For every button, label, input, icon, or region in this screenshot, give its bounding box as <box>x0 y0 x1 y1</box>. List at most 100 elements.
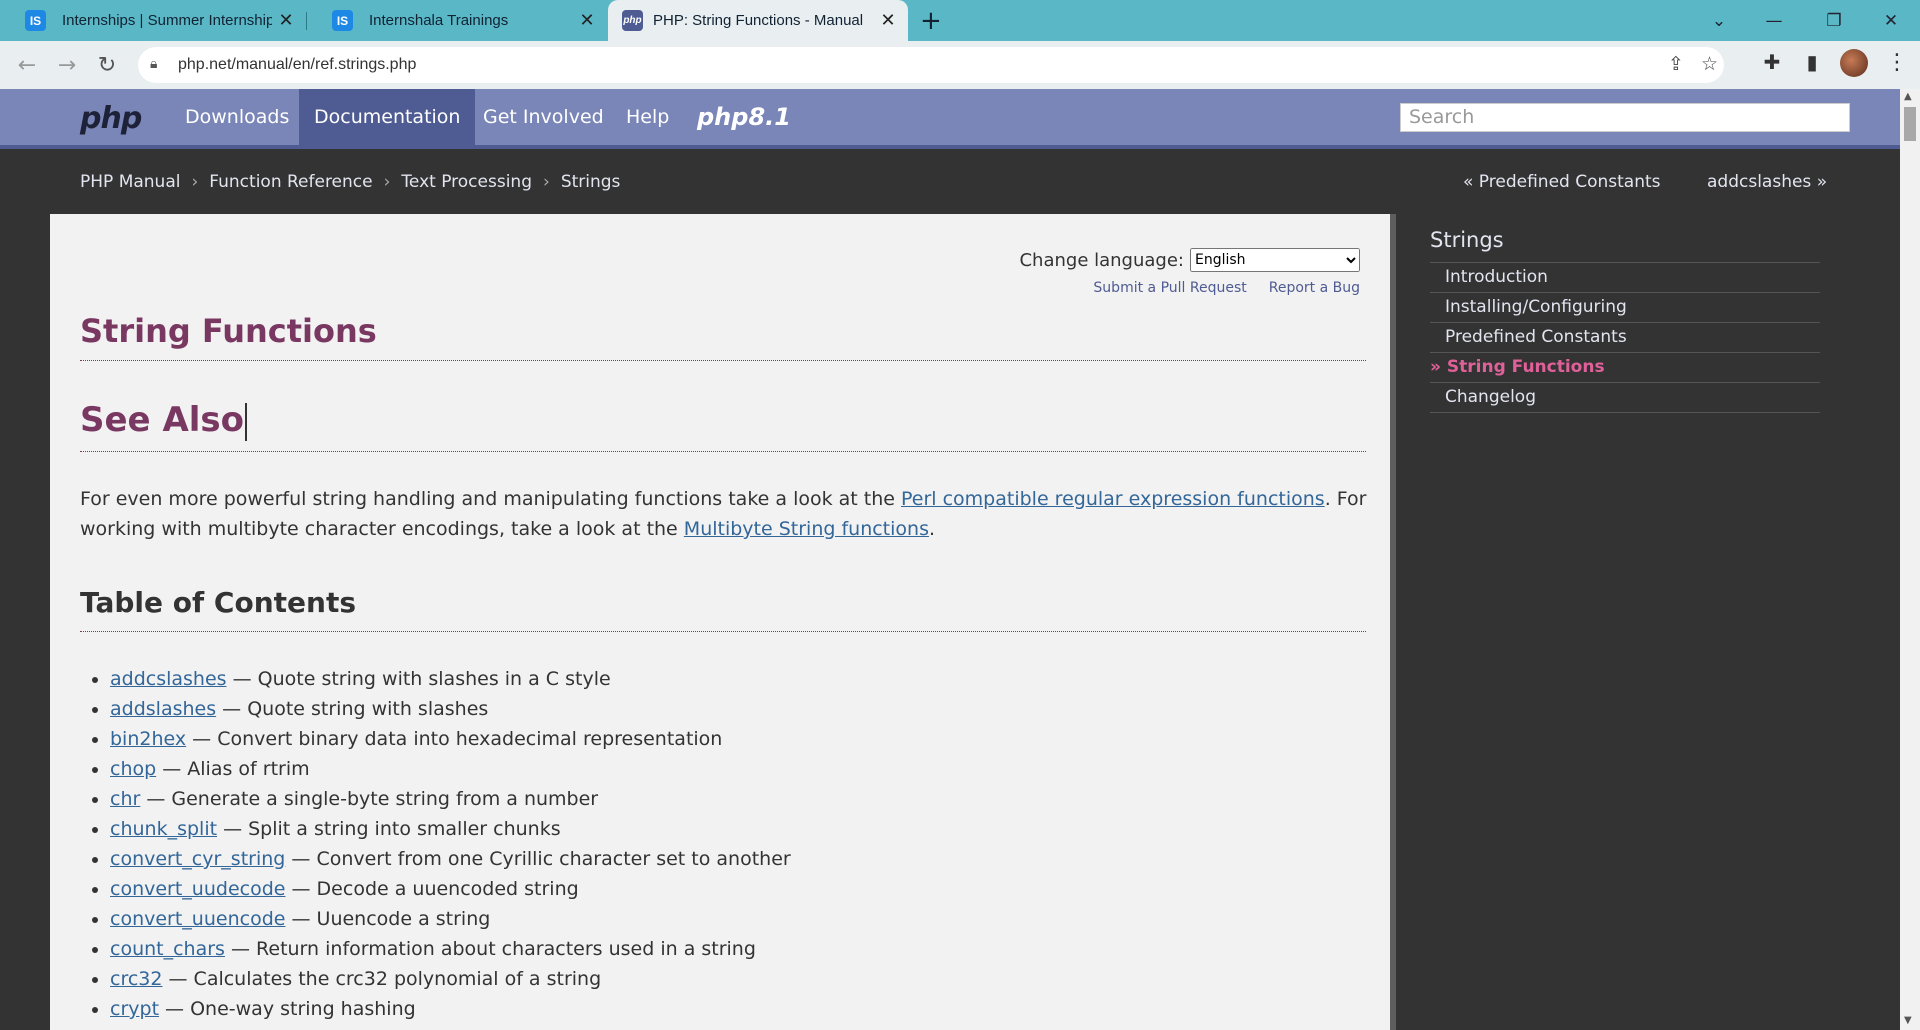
scrollbar-thumb[interactable] <box>1904 107 1916 141</box>
toc-link-convert-uudecode[interactable]: convert_uudecode <box>110 878 285 900</box>
contribute-links: Submit a Pull Request Report a Bug <box>1071 280 1360 296</box>
sidebar: Strings Introduction Installing/Configur… <box>1430 228 1820 413</box>
nav-get-involved[interactable]: Get Involved <box>468 89 619 145</box>
url-text[interactable]: php.net/manual/en/ref.strings.php <box>178 56 416 74</box>
close-tab-icon[interactable]: ✕ <box>874 10 902 31</box>
toc-description: — Generate a single-byte string from a n… <box>140 788 599 810</box>
toc-description: — Decode a uuencoded string <box>285 878 579 900</box>
breadcrumb-separator: › <box>543 172 550 192</box>
address-bar[interactable]: 🔒︎ php.net/manual/en/ref.strings.php ⇪ ☆ <box>138 47 1724 83</box>
list-item: bin2hex — Convert binary data into hexad… <box>110 724 791 754</box>
toc-list: addcslashes — Quote string with slashes … <box>80 664 791 1024</box>
list-item: count_chars — Return information about c… <box>110 934 791 964</box>
breadcrumb-strings[interactable]: Strings <box>561 172 621 192</box>
report-bug-link[interactable]: Report a Bug <box>1269 280 1360 296</box>
nav-documentation[interactable]: Documentation <box>299 89 476 145</box>
pcre-functions-link[interactable]: Perl compatible regular expression funct… <box>901 488 1325 510</box>
toc-link-crc32[interactable]: crc32 <box>110 968 162 990</box>
toc-link-chunk-split[interactable]: chunk_split <box>110 818 217 840</box>
list-item: convert_uudecode — Decode a uuencoded st… <box>110 874 791 904</box>
see-also-heading: See Also <box>80 400 1366 452</box>
toc-description: — Calculates the crc32 polynomial of a s… <box>162 968 602 990</box>
toc-link-chop[interactable]: chop <box>110 758 156 780</box>
list-item: chr — Generate a single-byte string from… <box>110 784 791 814</box>
scroll-down-icon[interactable]: ▼ <box>1904 1015 1912 1026</box>
prev-link[interactable]: « Predefined Constants <box>1463 172 1661 192</box>
window-close-button[interactable]: ✕ <box>1862 0 1920 41</box>
close-tab-icon[interactable]: ✕ <box>272 10 300 31</box>
submit-pull-request-link[interactable]: Submit a Pull Request <box>1093 280 1246 296</box>
php-header: php Downloads Documentation Get Involved… <box>0 89 1900 149</box>
main-content: Change language: English Submit a Pull R… <box>50 214 1396 1030</box>
see-also-text: See Also <box>80 400 245 440</box>
avatar[interactable] <box>1840 49 1868 77</box>
internshala-favicon-icon: IS <box>332 10 353 31</box>
toc-link-crypt[interactable]: crypt <box>110 998 159 1020</box>
search-input[interactable]: Search <box>1400 103 1850 132</box>
toc-description: — Alias of rtrim <box>156 758 310 780</box>
kebab-menu-icon[interactable]: ⋮ <box>1886 50 1908 75</box>
nav-downloads[interactable]: Downloads <box>170 89 304 145</box>
page-scrollbar[interactable]: ▲ ▼ <box>1900 89 1920 1030</box>
forward-arrow-icon[interactable]: → <box>51 49 83 81</box>
reload-icon[interactable]: ↻ <box>91 49 123 81</box>
php-logo[interactable]: php <box>80 101 142 136</box>
text-caret <box>245 402 248 441</box>
restore-button[interactable]: ❐ <box>1805 0 1863 41</box>
new-tab-button[interactable]: + <box>920 6 942 36</box>
toc-description: — Return information about characters us… <box>224 938 756 960</box>
see-also-paragraph: For even more powerful string handling a… <box>80 484 1370 544</box>
tab-search-dropdown-icon[interactable]: ⌄ <box>1690 0 1748 41</box>
tab-internshala-trainings[interactable]: IS Internshala Trainings ✕ <box>307 0 607 41</box>
sidebar-item-installing[interactable]: Installing/Configuring <box>1430 293 1820 323</box>
tab-strip: IS Internships | Summer Internship 2022 … <box>0 0 1920 41</box>
php-version-badge[interactable]: php8.1 <box>697 103 791 131</box>
tab-internships[interactable]: IS Internships | Summer Internship 2022 … <box>0 0 306 41</box>
side-panel-icon[interactable]: ▮ <box>1797 50 1827 74</box>
toc-description: — Split a string into smaller chunks <box>217 818 561 840</box>
scroll-up-icon[interactable]: ▲ <box>1904 91 1912 102</box>
list-item: addcslashes — Quote string with slashes … <box>110 664 791 694</box>
next-link[interactable]: addcslashes » <box>1707 172 1827 192</box>
star-icon[interactable]: ☆ <box>1701 53 1718 75</box>
toc-description: — Quote string with slashes <box>216 698 489 720</box>
toc-link-count-chars[interactable]: count_chars <box>110 938 225 960</box>
breadcrumb-php-manual[interactable]: PHP Manual <box>80 172 180 192</box>
tab-php-string-functions[interactable]: php PHP: String Functions - Manual ✕ <box>608 0 908 41</box>
toc-link-addcslashes[interactable]: addcslashes <box>110 668 227 690</box>
language-select[interactable]: English <box>1190 248 1360 272</box>
back-arrow-icon[interactable]: ← <box>11 49 43 81</box>
change-language-label: Change language: <box>1019 249 1184 271</box>
lock-icon[interactable]: 🔒︎ <box>150 56 157 72</box>
nav-help[interactable]: Help <box>611 89 684 145</box>
close-tab-icon[interactable]: ✕ <box>573 10 601 31</box>
minimize-button[interactable]: — <box>1745 0 1803 41</box>
sidebar-item-string-functions[interactable]: » String Functions <box>1430 353 1820 383</box>
toc-link-chr[interactable]: chr <box>110 788 140 810</box>
share-icon[interactable]: ⇪ <box>1668 53 1684 75</box>
breadcrumb-separator: › <box>191 172 199 192</box>
breadcrumb-separator: › <box>383 172 391 192</box>
list-item: chunk_split — Split a string into smalle… <box>110 814 791 844</box>
toc-link-addslashes[interactable]: addslashes <box>110 698 216 720</box>
toc-link-bin2hex[interactable]: bin2hex <box>110 728 186 750</box>
list-item: addslashes — Quote string with slashes <box>110 694 791 724</box>
toc-link-convert-cyr-string[interactable]: convert_cyr_string <box>110 848 285 870</box>
toc-description: — Convert binary data into hexadecimal r… <box>186 728 723 750</box>
change-language: Change language: English <box>1019 248 1360 272</box>
breadcrumb-text-processing[interactable]: Text Processing <box>401 172 532 192</box>
sidebar-item-changelog[interactable]: Changelog <box>1430 383 1820 413</box>
breadcrumb-function-reference[interactable]: Function Reference <box>209 172 372 192</box>
page-title: String Functions <box>80 312 1366 361</box>
multibyte-string-functions-link[interactable]: Multibyte String functions <box>684 518 929 540</box>
tab-title: Internships | Summer Internship 2022 <box>62 12 272 29</box>
see-also-text-1: For even more powerful string handling a… <box>80 488 901 510</box>
sidebar-heading[interactable]: Strings <box>1430 228 1820 263</box>
toc-link-convert-uuencode[interactable]: convert_uuencode <box>110 908 285 930</box>
browser-toolbar: ← → ↻ 🔒︎ php.net/manual/en/ref.strings.p… <box>0 41 1920 89</box>
tab-title: Internshala Trainings <box>369 12 509 29</box>
puzzle-icon[interactable]: ✚ <box>1757 50 1787 74</box>
sidebar-item-introduction[interactable]: Introduction <box>1430 263 1820 293</box>
sidebar-item-predefined-constants[interactable]: Predefined Constants <box>1430 323 1820 353</box>
php-favicon-icon: php <box>622 10 643 31</box>
